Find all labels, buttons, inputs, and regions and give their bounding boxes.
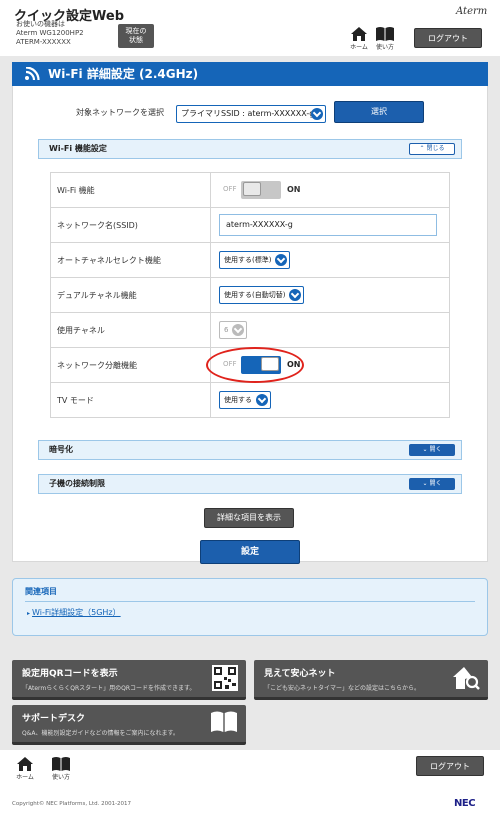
switch-knob	[243, 182, 261, 196]
device-name: ATERM-XXXXXX	[16, 38, 71, 46]
switch-track	[241, 181, 281, 199]
home-label: ホーム	[350, 44, 368, 51]
status-button-line2: 状態	[129, 36, 143, 44]
section-title: 子機の接続制限	[49, 479, 105, 488]
home-icon	[17, 757, 33, 771]
target-network-value: プライマリSSID : aterm-XXXXXX-g	[181, 109, 315, 118]
select-value: 使用する(自動切替)	[224, 291, 286, 299]
select-network-button[interactable]: 選択	[334, 101, 424, 123]
chevron-down-icon	[232, 324, 245, 336]
wifi-icon	[25, 67, 40, 81]
page-title-bar: Wi-Fi 詳細設定 (2.4GHz)	[12, 62, 488, 86]
book-icon	[376, 27, 394, 41]
header: クイック設定Web お使いの機器は Aterm WG1200HP2 ATERM-…	[0, 0, 500, 56]
page-title: Wi-Fi 詳細設定 (2.4GHz)	[48, 67, 199, 81]
expand-button[interactable]: ⌄ 開く	[409, 478, 455, 490]
auto-channel-select[interactable]: 使用する(標準)	[219, 251, 291, 269]
device-model: Aterm WG1200HP2	[16, 29, 84, 37]
footer-home-button[interactable]: ホーム	[12, 756, 38, 782]
collapse-button[interactable]: ⌃ 閉じる	[409, 143, 455, 155]
help-button[interactable]: 使い方	[372, 26, 398, 52]
related-items-panel: 関連項目 Wi-Fi詳細設定（5GHz）	[12, 578, 488, 636]
book-icon	[211, 711, 237, 732]
section-title: 暗号化	[49, 445, 73, 454]
apply-button[interactable]: 設定	[200, 540, 300, 564]
select-value: 使用する(標準)	[224, 256, 272, 264]
chevron-down-icon	[256, 394, 268, 406]
row-label: 使用チャネル	[50, 312, 211, 348]
footer-bar: ホーム 使い方 ログアウト	[0, 750, 500, 784]
table-row: Wi-Fi 機能 OFF ON	[50, 172, 450, 208]
ssid-input[interactable]: aterm-XXXXXX-g	[219, 214, 437, 236]
chevron-down-icon	[311, 108, 323, 120]
footer-help-button[interactable]: 使い方	[48, 756, 74, 782]
highlight-annotation	[206, 347, 304, 383]
collapse-label: 閉じる	[426, 145, 445, 152]
expand-label: 開く	[429, 480, 442, 487]
footer-logout-button[interactable]: ログアウト	[416, 756, 484, 776]
channel-select[interactable]: 6	[219, 321, 248, 339]
dual-channel-select[interactable]: 使用する(自動切替)	[219, 286, 305, 304]
tile-title: 見えて安心ネット	[264, 669, 336, 679]
home-button[interactable]: ホーム	[346, 26, 372, 52]
divider	[25, 601, 475, 602]
table-row: TV モード 使用する	[50, 382, 450, 418]
related-link-wifi-5ghz[interactable]: Wi-Fi詳細設定（5GHz）	[27, 607, 121, 618]
row-label: ネットワーク名(SSID)	[50, 207, 211, 243]
copyright: Copyright© NEC Platforms, Ltd. 2001-2017	[12, 801, 132, 807]
home-search-icon	[453, 667, 480, 690]
client-limit-section-header: 子機の接続制限 ⌄ 開く	[38, 474, 462, 494]
select-value: 使用する	[224, 396, 252, 404]
row-label: デュアルチャネル機能	[50, 277, 211, 313]
tv-mode-select[interactable]: 使用する	[219, 391, 271, 409]
book-icon	[52, 757, 70, 771]
help-label: 使い方	[51, 774, 70, 781]
table-row: ネットワーク名(SSID) aterm-XXXXXX-g	[50, 207, 450, 243]
related-title: 関連項目	[25, 587, 57, 596]
tile-desc: 「AtermらくらくQRスタート」用のQRコードを作成できます。	[22, 685, 196, 692]
row-label: オートチャネルセレクト機能	[50, 242, 211, 278]
wifi-function-switch[interactable]: OFF ON	[223, 180, 449, 200]
current-status-button[interactable]: 現在の 状態	[118, 24, 154, 48]
target-network-select[interactable]: プライマリSSID : aterm-XXXXXX-g	[176, 105, 326, 123]
tile-desc: 「こども安心ネットタイマー」などの設定はこちらから。	[264, 685, 421, 692]
section-title: Wi-Fi 機能設定	[49, 144, 107, 153]
row-label: ネットワーク分離機能	[50, 347, 211, 383]
device-info: お使いの機器は Aterm WG1200HP2 ATERM-XXXXXX	[16, 20, 84, 47]
safe-net-tile[interactable]: 見えて安心ネット 「こども安心ネットタイマー」などの設定はこちらから。	[254, 660, 488, 700]
chevron-down-icon	[275, 254, 288, 266]
row-label: TV モード	[50, 382, 211, 418]
switch-on-label: ON	[287, 185, 301, 194]
expand-label: 開く	[429, 446, 442, 453]
target-network-label: 対象ネットワークを選択	[76, 108, 164, 117]
row-label: Wi-Fi 機能	[50, 172, 211, 208]
aterm-logo: Aterm	[456, 6, 488, 17]
logout-button[interactable]: ログアウト	[414, 28, 482, 48]
tile-desc: Q&A、機能別設定ガイドなどの情報をご案内になれます。	[22, 730, 179, 737]
tile-title: サポートデスク	[22, 714, 86, 724]
select-value: 6	[224, 326, 229, 334]
table-row: 使用チャネル 6	[50, 312, 450, 348]
qr-code-icon	[212, 665, 238, 691]
help-label: 使い方	[375, 44, 394, 51]
wifi-settings-section-header: Wi-Fi 機能設定 ⌃ 閉じる	[38, 139, 462, 159]
qr-code-tile[interactable]: 設定用QRコードを表示 「AtermらくらくQRスタート」用のQRコードを作成で…	[12, 660, 246, 700]
home-icon	[351, 27, 367, 41]
device-info-line: お使いの機器は	[16, 20, 65, 28]
home-label: ホーム	[16, 774, 34, 781]
table-row: オートチャネルセレクト機能 使用する(標準)	[50, 242, 450, 278]
chevron-down-icon	[289, 289, 302, 301]
nec-logo: NEC	[454, 798, 476, 809]
support-desk-tile[interactable]: サポートデスク Q&A、機能別設定ガイドなどの情報をご案内になれます。	[12, 705, 246, 745]
switch-off-label: OFF	[223, 185, 237, 193]
tile-title: 設定用QRコードを表示	[22, 669, 118, 679]
encryption-section-header: 暗号化 ⌄ 開く	[38, 440, 462, 460]
expand-button[interactable]: ⌄ 開く	[409, 444, 455, 456]
show-details-button[interactable]: 詳細な項目を表示	[204, 508, 294, 528]
table-row: デュアルチャネル機能 使用する(自動切替)	[50, 277, 450, 313]
status-button-line1: 現在の	[125, 27, 147, 35]
